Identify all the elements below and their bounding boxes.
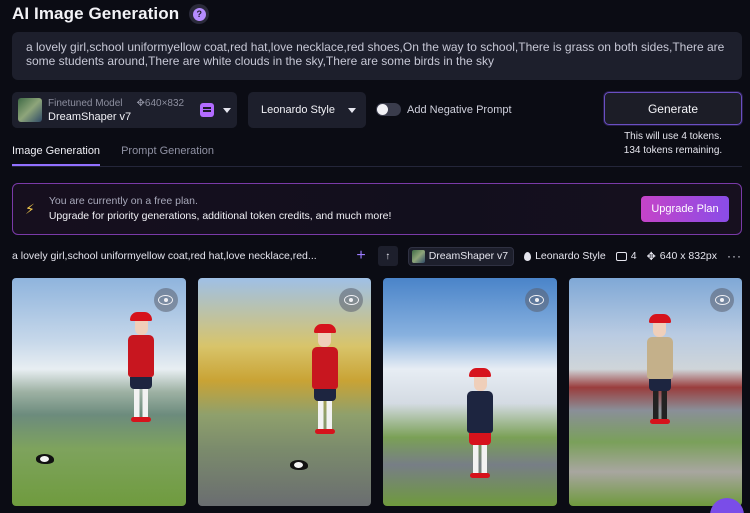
generated-image-3[interactable] xyxy=(383,278,557,506)
tab-image-generation[interactable]: Image Generation xyxy=(12,145,101,166)
negative-prompt-label: Add Negative Prompt xyxy=(407,103,512,116)
banner-line1: You are currently on a free plan. xyxy=(48,195,198,207)
add-icon[interactable]: + xyxy=(356,247,365,265)
token-use: This will use 4 tokens. xyxy=(624,131,722,142)
image-grid xyxy=(12,278,742,508)
girl-figure xyxy=(646,314,673,424)
eye-icon[interactable] xyxy=(153,288,178,312)
generation-style: Leonardo Style xyxy=(535,250,606,262)
model-details-icon[interactable] xyxy=(200,103,214,117)
girl-figure xyxy=(311,324,338,434)
generation-model-chip: DreamShaper v7 xyxy=(407,246,515,266)
generated-image-2[interactable] xyxy=(197,278,371,506)
free-plan-banner: ⚡ You are currently on a free plan. Upgr… xyxy=(12,183,742,235)
upgrade-plan-button[interactable]: Upgrade Plan xyxy=(641,196,729,222)
style-select[interactable]: Leonardo Style xyxy=(248,92,366,128)
tab-divider xyxy=(12,166,742,167)
page-title: AI Image Generation xyxy=(12,4,180,23)
model-label: Finetuned Model xyxy=(48,97,123,109)
toggle-switch[interactable] xyxy=(376,103,401,116)
arrow-up-icon[interactable]: ↑ xyxy=(377,246,398,266)
model-size: ✥640×832 xyxy=(136,97,185,109)
model-thumbnail xyxy=(411,249,425,263)
generated-image-4[interactable] xyxy=(568,278,742,506)
generation-count-chip: 4 xyxy=(615,250,637,262)
bird xyxy=(36,454,54,464)
style-selected: Leonardo Style xyxy=(261,104,335,116)
girl-figure xyxy=(128,312,154,422)
drop-icon xyxy=(524,251,532,261)
more-options-icon[interactable]: ··· xyxy=(727,249,742,263)
model-thumbnail xyxy=(18,98,42,122)
generation-model: DreamShaper v7 xyxy=(428,250,509,262)
generation-info-row: a lovely girl,school uniformyellow coat,… xyxy=(12,246,742,266)
move-icon: ✥ xyxy=(646,250,656,263)
tokens-remaining: 134 tokens remaining. xyxy=(623,145,723,156)
generation-prompt: a lovely girl,school uniformyellow coat,… xyxy=(12,250,317,262)
generate-button[interactable]: Generate xyxy=(604,92,742,125)
prompt-input[interactable]: a lovely girl,school uniformyellow coat,… xyxy=(12,32,742,80)
girl-figure xyxy=(467,368,493,478)
generation-size: 640 x 832px xyxy=(659,250,717,262)
chevron-down-icon[interactable] xyxy=(223,107,231,113)
generation-size-chip: ✥ 640 x 832px xyxy=(647,250,717,263)
generated-image-1[interactable] xyxy=(12,278,186,506)
model-selector[interactable]: Finetuned Model ✥640×832 DreamShaper v7 xyxy=(12,92,237,128)
mode-tabs: Image Generation Prompt Generation xyxy=(12,145,214,166)
header: AI Image Generation ? xyxy=(12,2,210,26)
eye-icon[interactable] xyxy=(339,288,363,312)
generation-count: 4 xyxy=(630,250,637,262)
model-name: DreamShaper v7 xyxy=(48,110,132,123)
bird xyxy=(289,460,308,470)
image-icon xyxy=(615,251,627,261)
lightning-icon: ⚡ xyxy=(25,200,35,217)
negative-prompt-toggle[interactable]: Add Negative Prompt xyxy=(376,103,512,116)
generation-style-chip: Leonardo Style xyxy=(524,250,606,262)
banner-line2: Upgrade for priority generations, additi… xyxy=(48,210,392,222)
token-info: This will use 4 tokens. 134 tokens remai… xyxy=(604,130,742,158)
help-button[interactable]: ? xyxy=(189,4,210,24)
tab-prompt-generation[interactable]: Prompt Generation xyxy=(121,145,214,166)
eye-icon[interactable] xyxy=(524,288,549,312)
chevron-down-icon xyxy=(348,107,356,113)
help-icon: ? xyxy=(192,7,206,21)
eye-icon[interactable] xyxy=(710,288,734,312)
